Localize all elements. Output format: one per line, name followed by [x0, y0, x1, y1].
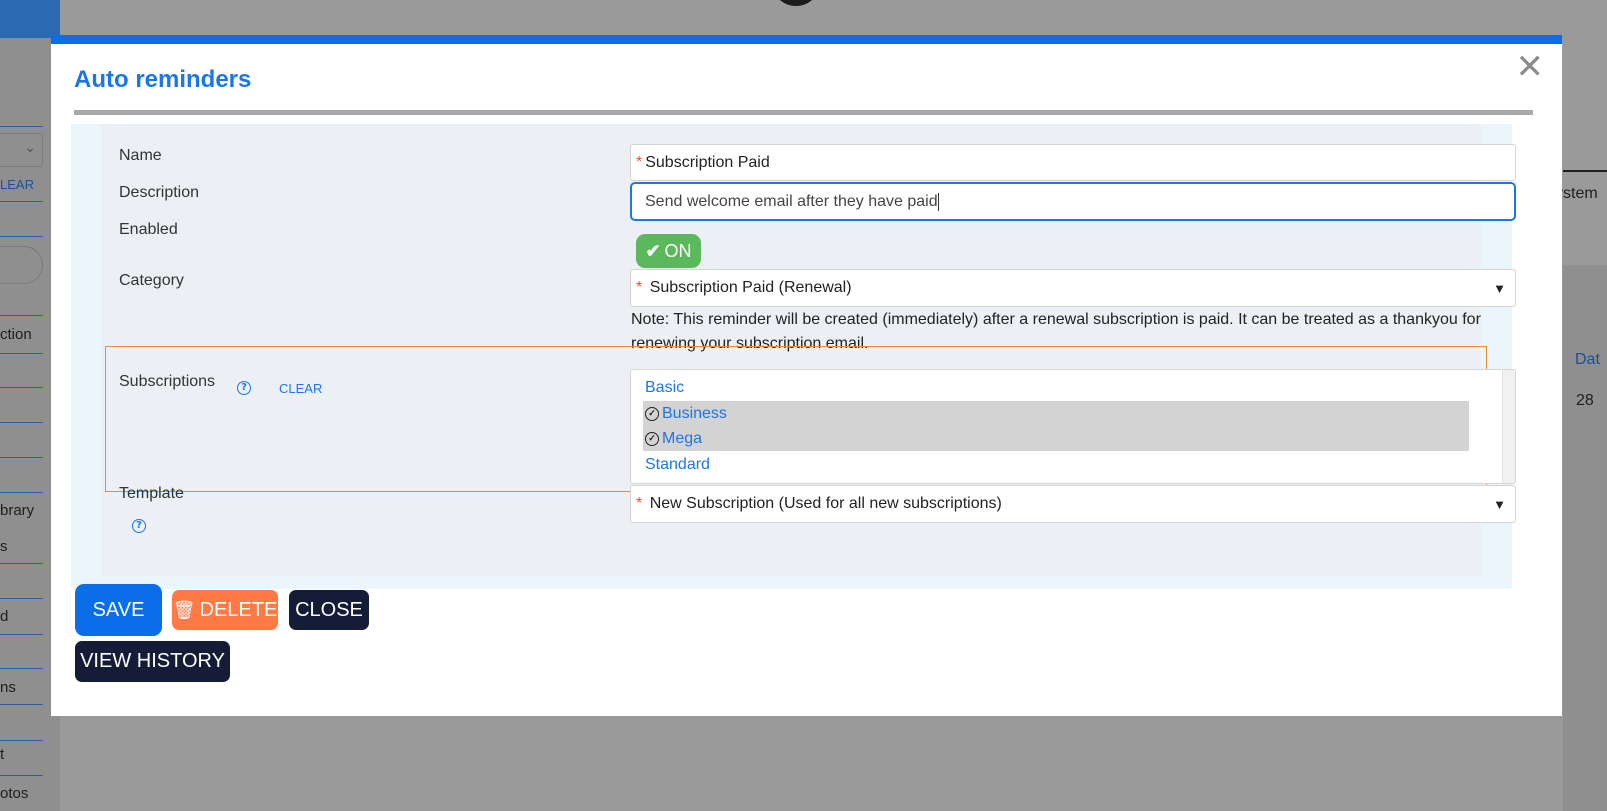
background-divider: [0, 668, 43, 669]
check-circle-icon: ✓: [645, 406, 659, 421]
description-value: Send welcome email after they have paid: [645, 193, 938, 211]
background-divider: [0, 634, 43, 635]
background-sidebar-item: brary: [0, 502, 35, 519]
background-column-header: Dat: [1575, 351, 1600, 368]
template-value: New Subscription (Used for all new subsc…: [649, 495, 1002, 512]
background-pill: [0, 246, 43, 284]
text-cursor: [937, 193, 939, 211]
name-label: Name: [119, 147, 162, 164]
background-select: ⌄: [0, 133, 43, 167]
background-divider: [0, 457, 43, 458]
option-label: Basic: [645, 378, 685, 396]
background-sidebar-item: ction: [0, 326, 32, 343]
description-label: Description: [119, 184, 200, 201]
help-icon[interactable]: ?: [237, 381, 251, 395]
option-label: Standard: [645, 455, 710, 473]
background-divider: [0, 492, 43, 493]
option-label: Mega: [662, 429, 703, 447]
background-divider: [0, 775, 43, 776]
background-divider: [0, 315, 43, 316]
check-icon: ✔: [645, 240, 661, 261]
list-item[interactable]: Standard: [643, 452, 1469, 477]
close-button[interactable]: CLOSE: [289, 590, 369, 630]
background-divider: [0, 598, 43, 599]
chevron-down-icon: ⌄: [24, 140, 36, 156]
list-item[interactable]: Basic: [643, 375, 1469, 400]
chevron-down-icon: ▼: [1493, 280, 1506, 296]
category-value: Subscription Paid (Renewal): [649, 279, 852, 296]
list-item[interactable]: ✓ Mega: [643, 426, 1469, 451]
name-field[interactable]: * Subscription Paid: [630, 144, 1516, 181]
template-label: Template: [119, 485, 184, 502]
background-divider: [0, 563, 43, 564]
template-select[interactable]: * New Subscription (Used for all new sub…: [630, 485, 1516, 523]
save-button[interactable]: SAVE: [75, 584, 162, 636]
enabled-label: Enabled: [119, 221, 178, 238]
background-divider: [0, 201, 43, 202]
background-sidebar-item: s: [0, 538, 8, 555]
background-cell: 28: [1576, 392, 1594, 409]
background-clear-link: LEAR: [0, 177, 34, 192]
background-divider: [0, 353, 43, 354]
category-select[interactable]: * Subscription Paid (Renewal) ▼: [630, 269, 1516, 307]
required-marker: *: [636, 154, 643, 171]
subscriptions-listbox[interactable]: Basic ✓ Business ✓ Mega Standard: [630, 369, 1516, 484]
trash-icon: 🗑: [172, 599, 196, 620]
background-tab-indicator: [1563, 170, 1607, 172]
toggle-label: ON: [664, 240, 692, 261]
chevron-down-icon: ▼: [1493, 496, 1506, 512]
check-circle-icon: ✓: [645, 431, 659, 446]
background-topbar: [0, 0, 60, 38]
view-history-button[interactable]: VIEW HISTORY: [75, 641, 230, 682]
delete-button[interactable]: 🗑 DELETE: [172, 590, 278, 630]
background-divider: [0, 387, 43, 388]
background-divider: [0, 126, 43, 127]
auto-reminders-modal: Auto reminders ✕ Name * Subscription Paid…: [51, 35, 1562, 716]
required-marker: *: [636, 495, 643, 512]
option-label: Business: [662, 404, 727, 422]
description-field[interactable]: Send welcome email after they have paid: [630, 182, 1516, 221]
close-icon[interactable]: ✕: [1516, 50, 1545, 84]
background-sidebar-item: d: [0, 608, 9, 625]
background-divider: [0, 740, 43, 741]
listbox-scrollbar[interactable]: [1502, 370, 1515, 483]
background-sidebar-item: t: [0, 746, 5, 763]
background-table-panel: [1563, 265, 1607, 811]
name-value: Subscription Paid: [645, 154, 770, 171]
background-divider: [0, 704, 43, 705]
background-avatar: [775, 0, 817, 6]
list-item[interactable]: ✓ Business: [643, 401, 1469, 426]
background-sidebar-item: ns: [0, 679, 16, 696]
enabled-toggle[interactable]: ✔ ON: [636, 234, 701, 268]
subscriptions-label: Subscriptions: [119, 373, 216, 390]
category-label: Category: [119, 272, 184, 289]
title-divider: [74, 110, 1533, 115]
background-divider: [0, 422, 43, 423]
delete-label: DELETE: [199, 598, 278, 621]
subscriptions-clear-link[interactable]: CLEAR: [279, 381, 322, 396]
required-marker: *: [636, 279, 643, 296]
background-divider: [0, 236, 43, 237]
modal-title: Auto reminders: [74, 66, 252, 93]
background-sidebar-item: otos: [0, 785, 29, 802]
help-icon[interactable]: ?: [132, 519, 146, 533]
